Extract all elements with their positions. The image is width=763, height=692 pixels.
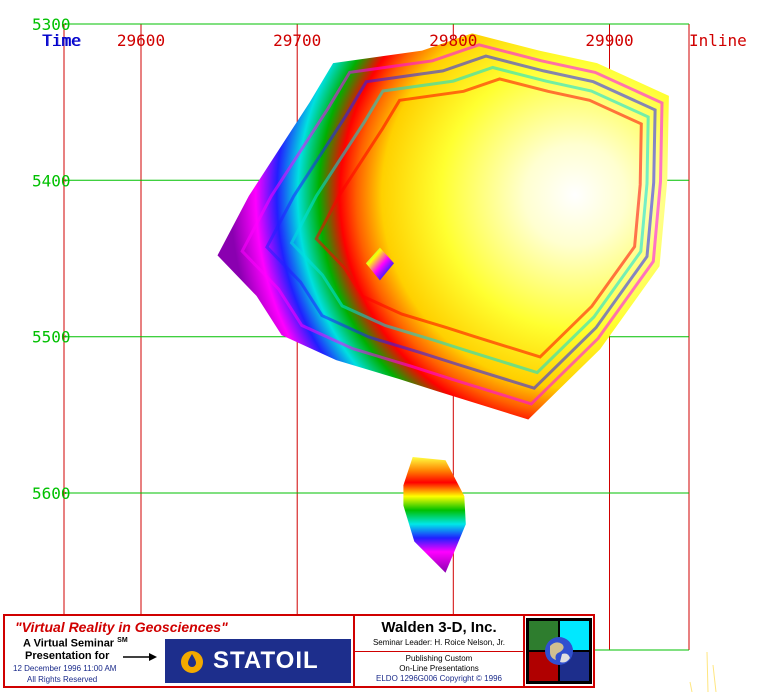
seminar-banner: "Virtual Reality in Geosciences" A Virtu… xyxy=(3,614,595,688)
publishing-line-2: On-Line Presentations xyxy=(399,664,479,673)
service-mark: SM xyxy=(117,637,128,644)
presentation-date: 12 December 1996 11:00 AM xyxy=(13,664,117,673)
x-tick-label-29600: 29600 xyxy=(117,31,165,50)
y-tick-label-5500: 5500 xyxy=(32,328,71,347)
virtual-seminar-label: A Virtual Seminar SM xyxy=(23,637,128,650)
y-axis-label-2: Time xyxy=(43,31,82,50)
statoil-logo: STATOIL xyxy=(165,639,351,683)
arrow-right-icon xyxy=(123,653,157,661)
company-name: Walden 3-D, Inc. xyxy=(381,619,497,636)
body-lower xyxy=(403,457,466,573)
walden-logo-icon xyxy=(526,618,592,684)
banner-title: "Virtual Reality in Geosciences" xyxy=(15,619,228,635)
seminar-leader: Seminar Leader: H. Roice Nelson, Jr. xyxy=(372,638,506,647)
x-tick-label-29900: 29900 xyxy=(585,31,633,50)
body-main xyxy=(217,33,669,420)
amplitude-bodies xyxy=(217,33,669,573)
banner-left-panel: "Virtual Reality in Geosciences" A Virtu… xyxy=(5,616,355,686)
statoil-drop-icon xyxy=(181,651,203,673)
scratch-marks xyxy=(689,651,717,692)
x-axis-label: Inline xyxy=(689,31,747,50)
publishing-line-1: Publishing Custom xyxy=(405,654,473,663)
presentation-for-label: Presentation for xyxy=(25,650,110,662)
y-tick-label-5600: 5600 xyxy=(32,484,71,503)
copyright-line: ELDO 1296G006 Copyright © 1996 xyxy=(376,674,502,683)
statoil-wordmark: STATOIL xyxy=(213,647,319,674)
y-tick-label-5400: 5400 xyxy=(32,171,71,190)
rights-reserved: All Rights Reserved xyxy=(27,675,98,684)
divider xyxy=(355,651,523,652)
seismic-time-slice-chart: 29600 29700 29800 29900 Inline53005400550056… xyxy=(32,15,747,692)
x-tick-label-29800: 29800 xyxy=(429,31,477,50)
x-tick-label-29700: 29700 xyxy=(273,31,321,50)
virtual-seminar-text: A Virtual Seminar xyxy=(23,637,115,650)
banner-company-panel: Walden 3-D, Inc. Seminar Leader: H. Roic… xyxy=(355,616,525,686)
